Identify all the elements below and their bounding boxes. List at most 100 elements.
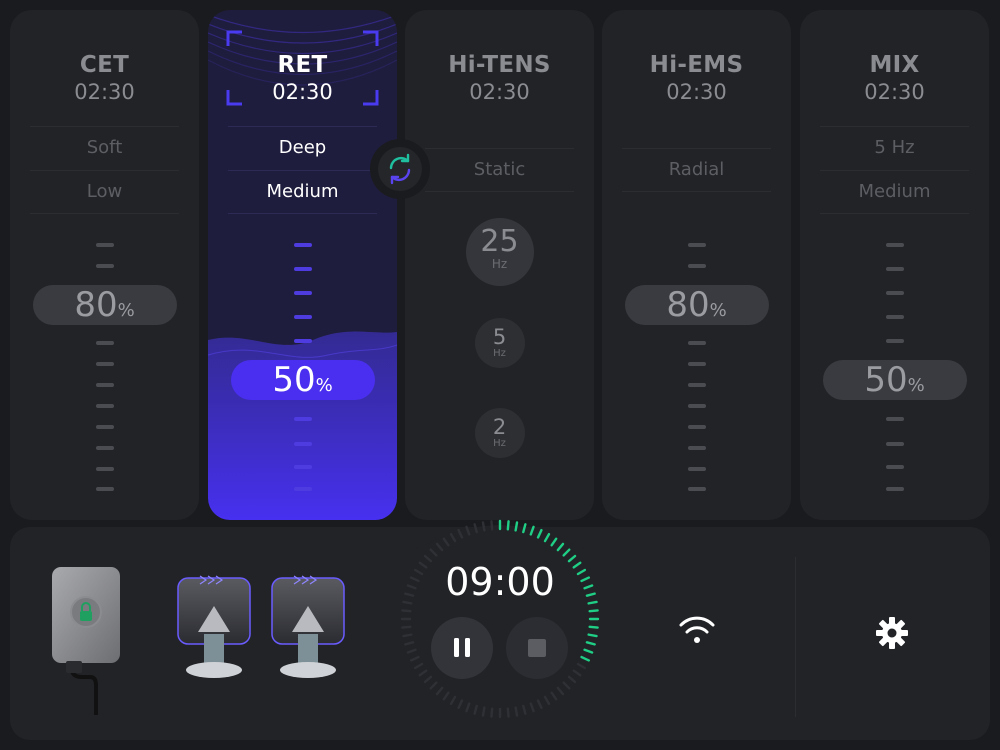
timer-tick [514, 706, 519, 717]
level-tick [885, 487, 904, 491]
timer-tick [449, 532, 457, 543]
mode-panel-ret[interactable]: RET 02:30 Deep Medium 50% [208, 10, 397, 520]
mode-option[interactable]: Radial [602, 159, 791, 180]
timer-tick-elapsed [583, 648, 594, 654]
intensity-pill[interactable]: 50% [230, 360, 375, 400]
timer-tick-elapsed [588, 625, 599, 629]
level-tick [885, 315, 904, 319]
mode-time: 02:30 [469, 80, 530, 104]
level-tick [95, 341, 114, 345]
timer-tick-elapsed [529, 525, 535, 536]
intensity-pill[interactable]: 80% [32, 285, 177, 325]
timer-tick-elapsed [587, 633, 598, 638]
timer-tick [481, 521, 486, 532]
timer-tick [457, 699, 464, 710]
divider [622, 191, 771, 192]
timer-tick-elapsed [522, 523, 527, 534]
timer-tick-elapsed [514, 521, 519, 532]
level-tick [885, 267, 904, 271]
mode-option[interactable]: Soft [10, 137, 199, 158]
timer-tick [465, 525, 471, 536]
timer-tick [490, 707, 494, 718]
divider [622, 148, 771, 149]
intensity-pill[interactable]: 50% [822, 360, 967, 400]
timer-tick [442, 691, 450, 701]
intensity-value: 80 [666, 285, 710, 325]
mode-option[interactable]: Medium [208, 181, 397, 202]
timer-tick-elapsed [562, 548, 571, 557]
frequency-option-selected[interactable]: 25 Hz [465, 218, 534, 286]
timer-tick [429, 681, 438, 690]
level-tick [687, 446, 706, 450]
level-tick [95, 383, 114, 387]
pause-button[interactable] [431, 617, 493, 679]
level-tick [885, 339, 904, 343]
mode-panel-hiems[interactable]: Hi-EMS 02:30 Radial 80% [602, 10, 791, 520]
level-tick [885, 465, 904, 469]
swap-button[interactable] [370, 139, 430, 199]
level-tick [687, 425, 706, 429]
timer-tick [572, 669, 582, 677]
level-tick [293, 315, 312, 319]
timer-tick-elapsed [543, 532, 551, 543]
level-tick [293, 442, 312, 446]
timer-tick [506, 707, 510, 718]
mode-time: 02:30 [864, 80, 925, 104]
mode-option[interactable]: 5 Hz [800, 137, 989, 158]
timer-tick [529, 702, 535, 713]
percent-sign: % [907, 375, 925, 396]
level-tick [687, 341, 706, 345]
timer-tick [536, 699, 543, 710]
timer-tick [429, 548, 438, 557]
swap-arrows-icon [389, 153, 411, 185]
mode-option[interactable]: Medium [800, 181, 989, 202]
timer-tick-elapsed [585, 641, 596, 646]
timer-tick-elapsed [550, 537, 558, 547]
timer-tick [550, 691, 558, 701]
level-tick [95, 487, 114, 491]
power-device[interactable] [48, 565, 128, 715]
timer-tick [435, 686, 444, 696]
timer-tick [401, 609, 412, 613]
level-tick [95, 467, 114, 471]
stop-button[interactable] [506, 617, 568, 679]
level-tick [885, 442, 904, 446]
intensity-value: 50 [272, 360, 316, 400]
timer-tick-elapsed [556, 542, 565, 552]
timer-tick [457, 528, 464, 539]
timer-tick [435, 542, 444, 552]
mode-time: 02:30 [74, 80, 135, 104]
timer-tick [465, 702, 471, 713]
timer-tick [522, 704, 527, 715]
timer-tick [442, 537, 450, 547]
level-tick [885, 291, 904, 295]
timer-tick [562, 681, 571, 690]
timer-tick-elapsed [588, 609, 599, 613]
divider [30, 213, 179, 214]
divider [30, 126, 179, 127]
frequency-option[interactable]: 2 Hz [474, 408, 525, 458]
wifi-icon[interactable] [677, 613, 717, 647]
mode-option[interactable]: Low [10, 181, 199, 202]
gear-icon[interactable] [874, 615, 910, 651]
level-tick [687, 404, 706, 408]
frequency-unit: Hz [493, 438, 506, 449]
level-tick [95, 243, 114, 247]
timer-dial: 09:00 [400, 519, 600, 719]
level-tick [293, 417, 312, 421]
timer-tick [473, 523, 478, 534]
handpieces [177, 575, 345, 678]
control-bar: 09:00 [10, 519, 990, 740]
mode-panel-mix[interactable]: MIX 02:30 5 Hz Medium 50% [800, 10, 989, 520]
mode-panel-cet[interactable]: CET 02:30 Soft Low 80% [10, 10, 199, 520]
frequency-option[interactable]: 5 Hz [474, 318, 525, 368]
mode-time: 02:30 [666, 80, 727, 104]
mode-panel-hitens[interactable]: Hi-TENS 02:30 Static 25 Hz 5 Hz 2 Hz [405, 10, 594, 520]
mode-time: 02:30 [272, 80, 333, 104]
level-tick [687, 487, 706, 491]
level-tick [687, 362, 706, 366]
intensity-pill[interactable]: 80% [624, 285, 769, 325]
mode-option[interactable]: Deep [208, 137, 397, 158]
timer-tick-elapsed [536, 528, 543, 539]
mode-option[interactable]: Static [405, 159, 594, 180]
